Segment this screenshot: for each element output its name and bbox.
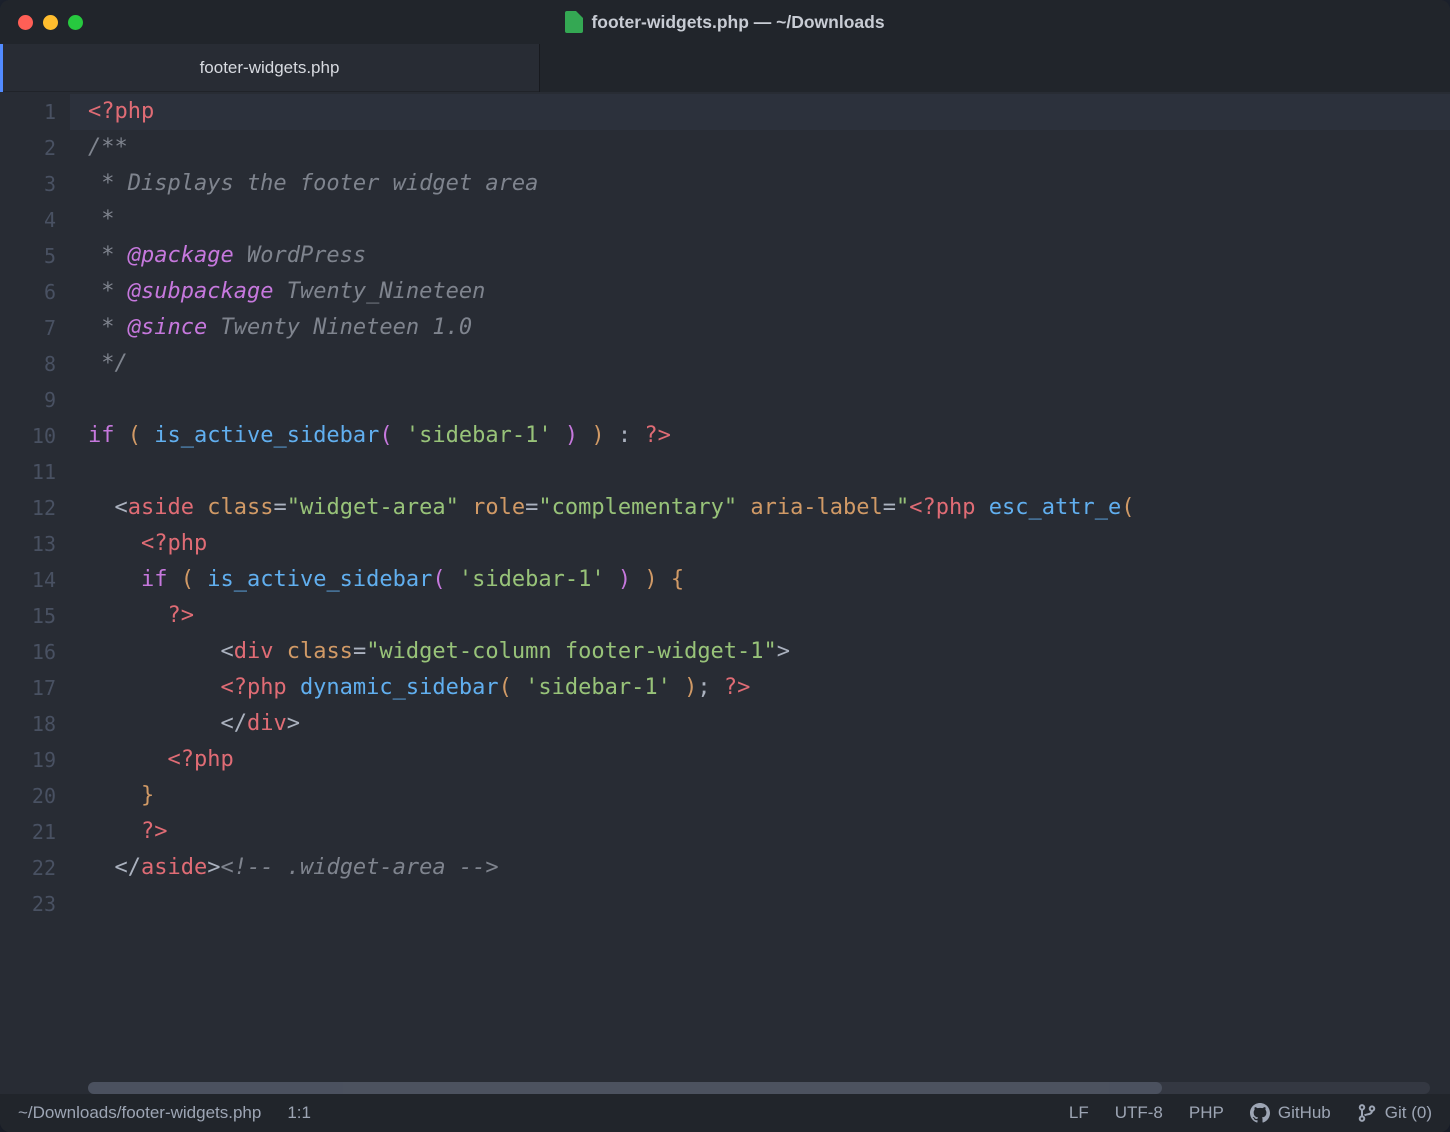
code-line[interactable]: * xyxy=(88,202,1450,238)
code-line[interactable]: * @subpackage Twenty_Nineteen xyxy=(88,274,1450,310)
code-line[interactable]: * @since Twenty Nineteen 1.0 xyxy=(88,310,1450,346)
line-number: 4 xyxy=(0,202,70,238)
code-line[interactable]: <?php xyxy=(88,526,1450,562)
maximize-window-button[interactable] xyxy=(68,15,83,30)
line-number: 20 xyxy=(0,778,70,814)
code-line[interactable] xyxy=(88,454,1450,490)
code-line[interactable]: <?php dynamic_sidebar( 'sidebar-1' ); ?> xyxy=(88,670,1450,706)
line-number: 11 xyxy=(0,454,70,490)
line-number: 23 xyxy=(0,886,70,922)
line-number: 14 xyxy=(0,562,70,598)
line-number: 21 xyxy=(0,814,70,850)
status-line-ending[interactable]: LF xyxy=(1069,1103,1089,1123)
line-number: 15 xyxy=(0,598,70,634)
tab-footer-widgets[interactable]: footer-widgets.php xyxy=(0,44,540,92)
code-line[interactable]: </aside><!-- .widget-area --> xyxy=(88,850,1450,886)
window-controls xyxy=(0,15,83,30)
tab-label: footer-widgets.php xyxy=(200,58,340,78)
status-cursor-pos[interactable]: 1:1 xyxy=(287,1103,311,1123)
code-line[interactable]: <aside class="widget-area" role="complem… xyxy=(88,490,1450,526)
line-number: 17 xyxy=(0,670,70,706)
close-window-button[interactable] xyxy=(18,15,33,30)
code-line[interactable]: * @package WordPress xyxy=(88,238,1450,274)
status-git[interactable]: Git (0) xyxy=(1357,1103,1432,1123)
code-line[interactable]: } xyxy=(88,778,1450,814)
code-area[interactable]: <?php/** * Displays the footer widget ar… xyxy=(70,92,1450,1094)
code-line[interactable]: ?> xyxy=(88,814,1450,850)
line-number: 6 xyxy=(0,274,70,310)
status-git-label: Git (0) xyxy=(1385,1103,1432,1123)
line-number: 13 xyxy=(0,526,70,562)
line-number: 5 xyxy=(0,238,70,274)
status-file-path[interactable]: ~/Downloads/footer-widgets.php xyxy=(18,1103,261,1123)
line-number: 10 xyxy=(0,418,70,454)
line-number: 2 xyxy=(0,130,70,166)
code-line[interactable]: if ( is_active_sidebar( 'sidebar-1' ) ) … xyxy=(88,562,1450,598)
code-line[interactable] xyxy=(88,382,1450,418)
code-line[interactable] xyxy=(88,886,1450,922)
github-icon xyxy=(1250,1103,1270,1123)
code-line[interactable]: */ xyxy=(88,346,1450,382)
status-github[interactable]: GitHub xyxy=(1250,1103,1331,1123)
tabbar: footer-widgets.php xyxy=(0,44,1450,92)
editor-window: footer-widgets.php — ~/Downloads footer-… xyxy=(0,0,1450,1132)
line-number-gutter: 1234567891011121314151617181920212223 xyxy=(0,92,70,1094)
line-number: 9 xyxy=(0,382,70,418)
status-github-label: GitHub xyxy=(1278,1103,1331,1123)
line-number: 1 xyxy=(0,94,70,130)
code-line[interactable]: <?php xyxy=(88,742,1450,778)
git-branch-icon xyxy=(1357,1103,1377,1123)
minimize-window-button[interactable] xyxy=(43,15,58,30)
line-number: 22 xyxy=(0,850,70,886)
code-line[interactable]: * Displays the footer widget area xyxy=(88,166,1450,202)
code-line[interactable]: <div class="widget-column footer-widget-… xyxy=(88,634,1450,670)
titlebar: footer-widgets.php — ~/Downloads xyxy=(0,0,1450,44)
code-line[interactable]: <?php xyxy=(70,94,1450,130)
statusbar: ~/Downloads/footer-widgets.php 1:1 LF UT… xyxy=(0,1094,1450,1132)
window-title: footer-widgets.php — ~/Downloads xyxy=(591,12,884,33)
code-line[interactable]: if ( is_active_sidebar( 'sidebar-1' ) ) … xyxy=(88,418,1450,454)
php-file-icon xyxy=(565,11,583,33)
line-number: 19 xyxy=(0,742,70,778)
status-encoding[interactable]: UTF-8 xyxy=(1115,1103,1163,1123)
horizontal-scrollbar-thumb[interactable] xyxy=(88,1082,1162,1094)
line-number: 16 xyxy=(0,634,70,670)
line-number: 18 xyxy=(0,706,70,742)
code-line[interactable]: </div> xyxy=(88,706,1450,742)
code-line[interactable]: /** xyxy=(88,130,1450,166)
line-number: 7 xyxy=(0,310,70,346)
line-number: 12 xyxy=(0,490,70,526)
line-number: 3 xyxy=(0,166,70,202)
horizontal-scrollbar[interactable] xyxy=(88,1082,1430,1094)
line-number: 8 xyxy=(0,346,70,382)
status-language[interactable]: PHP xyxy=(1189,1103,1224,1123)
code-line[interactable]: ?> xyxy=(88,598,1450,634)
editor[interactable]: 1234567891011121314151617181920212223 <?… xyxy=(0,92,1450,1094)
